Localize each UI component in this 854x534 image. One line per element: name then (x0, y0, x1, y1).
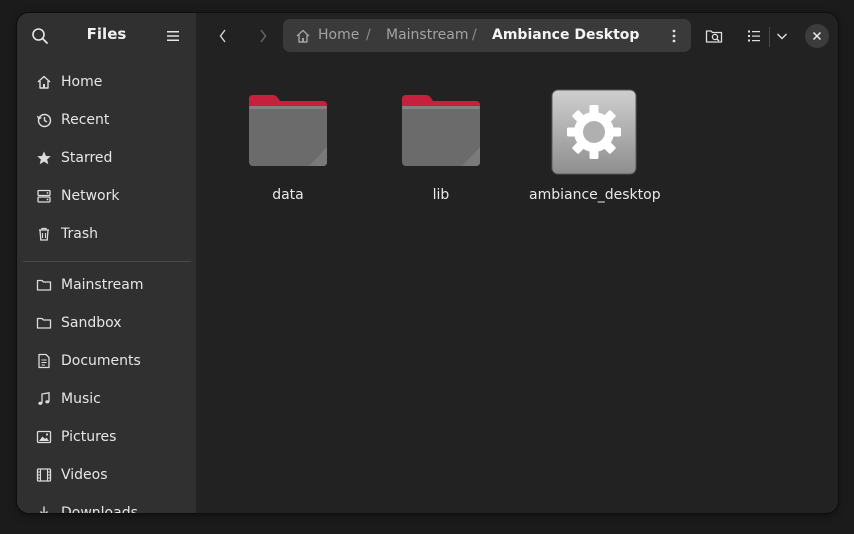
view-options-dropdown[interactable] (770, 24, 794, 48)
sidebar: Files Home Recent Starred Network Trash … (17, 13, 196, 513)
folder-icon (396, 87, 486, 177)
folder-icon (35, 276, 53, 294)
sidebar-item-documents[interactable]: Documents (27, 345, 187, 377)
sidebar-item-label: Documents (61, 353, 141, 369)
close-window-button[interactable] (805, 24, 829, 48)
sidebar-item-label: Sandbox (61, 315, 122, 331)
videos-icon (35, 466, 53, 484)
list-view-button[interactable] (742, 24, 766, 48)
folder-search-icon (705, 30, 723, 43)
sidebar-item-downloads[interactable]: Downloads (27, 497, 187, 513)
documents-icon (35, 352, 53, 370)
network-icon (35, 187, 53, 205)
folder-icon (243, 87, 333, 177)
sidebar-item-label: Recent (61, 112, 110, 128)
list-view-icon (748, 30, 760, 42)
recent-icon (35, 111, 53, 129)
sidebar-item-home[interactable]: Home (27, 66, 187, 98)
home-icon (296, 29, 310, 43)
pictures-icon (35, 428, 53, 446)
file-name: lib (432, 187, 450, 203)
chevron-left-icon (219, 29, 226, 43)
sidebar-item-videos[interactable]: Videos (27, 459, 187, 491)
breadcrumb-separator: / (366, 27, 371, 43)
back-button[interactable] (210, 24, 236, 48)
trash-icon (35, 225, 53, 243)
sidebar-item-label: Music (61, 391, 101, 407)
more-options-icon[interactable] (666, 27, 682, 45)
folder-icon (35, 314, 53, 332)
sidebar-item-starred[interactable]: Starred (27, 142, 187, 174)
breadcrumb-mainstream[interactable]: Mainstream (386, 27, 468, 43)
file-name: ambiance_desktop (529, 187, 661, 203)
sidebar-item-pictures[interactable]: Pictures (27, 421, 187, 453)
file-item-folder[interactable]: data (223, 87, 353, 203)
sidebar-item-music[interactable]: Music (27, 383, 187, 415)
hamburger-menu-icon[interactable] (165, 28, 181, 44)
sidebar-item-sandbox[interactable]: Sandbox (27, 307, 187, 339)
downloads-icon (35, 504, 53, 513)
breadcrumb-separator: / (472, 27, 477, 43)
breadcrumb-current[interactable]: Ambiance Desktop (492, 27, 639, 43)
gear-icon (549, 87, 639, 177)
sidebar-item-label: Trash (61, 226, 98, 242)
chevron-down-icon (777, 33, 787, 40)
chevron-right-icon (260, 29, 267, 43)
sidebar-item-label: Downloads (61, 505, 138, 513)
sidebar-header: Files (17, 13, 196, 59)
file-view: data lib ambiance_desktop (196, 59, 838, 513)
sidebar-item-label: Mainstream (61, 277, 144, 293)
star-icon (35, 149, 53, 167)
sidebar-item-label: Pictures (61, 429, 117, 445)
file-item-executable[interactable]: ambiance_desktop (529, 87, 661, 203)
close-icon (812, 31, 822, 41)
sidebar-item-label: Starred (61, 150, 113, 166)
files-window: Files Home Recent Starred Network Trash … (17, 13, 838, 513)
breadcrumb-home[interactable]: Home (318, 27, 359, 43)
sidebar-item-recent[interactable]: Recent (27, 104, 187, 136)
sidebar-item-label: Videos (61, 467, 108, 483)
sidebar-item-trash[interactable]: Trash (27, 218, 187, 250)
file-item-folder[interactable]: lib (376, 87, 506, 203)
home-icon (35, 73, 53, 91)
sidebar-item-label: Home (61, 74, 103, 90)
sidebar-divider (23, 261, 191, 262)
sidebar-item-network[interactable]: Network (27, 180, 187, 212)
forward-button[interactable] (250, 24, 276, 48)
file-name: data (272, 187, 304, 203)
sidebar-item-mainstream[interactable]: Mainstream (27, 269, 187, 301)
sidebar-item-label: Network (61, 188, 120, 204)
path-bar[interactable]: Home / Mainstream / Ambiance Desktop (283, 19, 691, 52)
search-in-folder-button[interactable] (702, 24, 726, 48)
music-icon (35, 390, 53, 408)
